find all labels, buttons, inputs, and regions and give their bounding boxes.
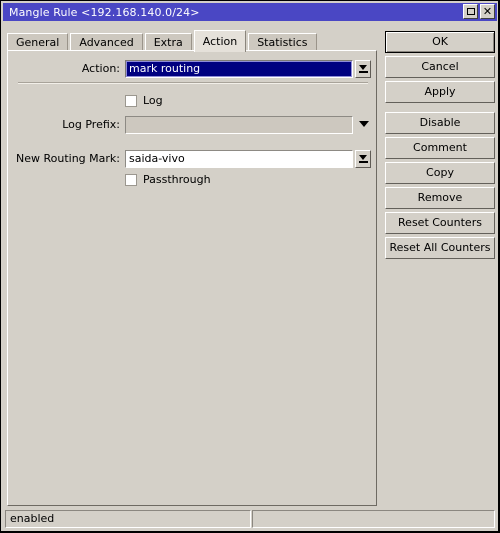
title-bar[interactable]: Mangle Rule <192.168.140.0/24> ✕ [3, 3, 497, 21]
new-routing-mark-input[interactable]: saida-vivo [125, 150, 353, 168]
status-bar: enabled [5, 510, 495, 528]
passthrough-checkbox-row[interactable]: Passthrough [125, 171, 211, 189]
passthrough-checkbox-label: Passthrough [143, 173, 211, 186]
maximize-button[interactable] [463, 4, 478, 19]
window-controls: ✕ [463, 4, 495, 19]
action-label: Action: [81, 62, 120, 75]
action-input[interactable]: mark routing [125, 60, 353, 78]
chevron-down-bar-icon [358, 65, 368, 73]
chevron-down-bar-icon [358, 155, 368, 163]
button-panel: OK Cancel Apply Disable Comment Copy Rem… [385, 31, 495, 262]
new-routing-mark-label: New Routing Mark: [16, 152, 120, 165]
passthrough-checkbox[interactable] [125, 174, 137, 186]
tab-action[interactable]: Action [193, 30, 247, 52]
comment-button[interactable]: Comment [385, 137, 495, 159]
tab-advanced[interactable]: Advanced [70, 33, 143, 51]
status-text: enabled [5, 510, 251, 528]
disable-button[interactable]: Disable [385, 112, 495, 134]
window-title: Mangle Rule <192.168.140.0/24> [9, 5, 200, 19]
log-prefix-input[interactable] [125, 116, 353, 134]
remove-button[interactable]: Remove [385, 187, 495, 209]
reset-all-counters-button[interactable]: Reset All Counters [385, 237, 495, 259]
new-routing-mark-dropdown-button[interactable] [355, 150, 371, 168]
log-checkbox[interactable] [125, 95, 137, 107]
apply-button[interactable]: Apply [385, 81, 495, 103]
tab-extra[interactable]: Extra [144, 33, 192, 51]
reset-counters-button[interactable]: Reset Counters [385, 212, 495, 234]
action-dropdown-button[interactable] [355, 60, 371, 78]
maximize-icon [466, 8, 475, 15]
close-icon: ✕ [482, 4, 493, 18]
log-checkbox-row[interactable]: Log [125, 92, 163, 110]
close-button[interactable]: ✕ [480, 4, 495, 19]
section-divider [18, 82, 368, 84]
action-tab-panel: Action: mark routing Log Log Prefix: New… [7, 50, 377, 506]
copy-button[interactable]: Copy [385, 162, 495, 184]
tab-general[interactable]: General [7, 33, 69, 51]
ok-button[interactable]: OK [385, 31, 495, 53]
log-checkbox-label: Log [143, 94, 163, 107]
tab-strip: General Advanced Extra Action Statistics [7, 29, 319, 52]
status-secondary [252, 510, 495, 528]
log-prefix-label: Log Prefix: [62, 118, 120, 131]
mangle-rule-window: Mangle Rule <192.168.140.0/24> ✕ General… [0, 0, 500, 533]
tab-statistics[interactable]: Statistics [248, 33, 317, 51]
log-prefix-dropdown-icon[interactable] [359, 121, 369, 127]
cancel-button[interactable]: Cancel [385, 56, 495, 78]
